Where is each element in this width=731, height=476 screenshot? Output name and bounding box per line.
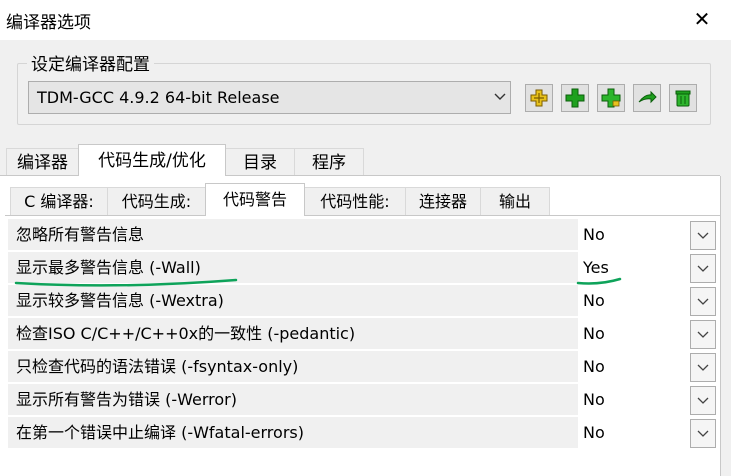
option-value[interactable]: Yes [583,252,683,284]
close-icon[interactable]: ✕ [690,7,714,31]
chevron-down-icon [697,331,709,338]
delete-trash-icon [675,90,691,107]
compiler-set-select[interactable]: TDM-GCC 4.9.2 64-bit Release [28,81,511,114]
subtab-linker[interactable]: 连接器 [405,187,481,215]
option-value[interactable]: No [583,285,683,317]
option-name: 忽略所有警告信息 [8,219,578,251]
option-name: 在第一个错误中止编译 (-Wfatal-errors) [8,417,578,449]
option-row: 检查ISO C/C++/C++0x的一致性 (-pedantic) No [8,318,716,351]
chevron-down-icon [697,232,709,239]
rename-icon [638,90,657,104]
option-row: 显示较多警告信息 (-Wextra) No [8,285,716,318]
rename-button[interactable] [633,84,661,112]
option-dropdown-button[interactable] [690,320,716,349]
option-row: 只检查代码的语法错误 (-fsyntax-only) No [8,351,716,384]
option-row: 忽略所有警告信息 No [8,219,716,252]
option-name: 只检查代码的语法错误 (-fsyntax-only) [8,351,578,383]
subtab-c-compiler[interactable]: C 编译器: [10,187,108,215]
chevron-down-icon [697,364,709,371]
add-default-icon [530,89,548,107]
option-dropdown-button[interactable] [690,386,716,415]
compiler-set-label: 设定编译器配置 [27,50,154,75]
tab-codegen-optimize[interactable]: 代码生成/优化 [78,144,226,176]
subtab-codegen[interactable]: 代码生成: [107,187,206,215]
option-name: 显示所有警告为错误 (-Werror) [8,384,578,416]
subtab-profiling[interactable]: 代码性能: [304,187,406,215]
option-dropdown-button[interactable] [690,221,716,250]
subtab-warnings[interactable]: 代码警告 [205,183,305,216]
delete-button[interactable] [669,84,697,112]
option-value[interactable]: No [583,351,683,383]
option-dropdown-button[interactable] [690,254,716,283]
option-value[interactable]: No [583,417,683,449]
option-dropdown-button[interactable] [690,287,716,316]
option-row: 显示所有警告为错误 (-Werror) No [8,384,716,417]
add-default-button[interactable] [525,84,553,112]
option-name: 显示较多警告信息 (-Wextra) [8,285,578,317]
option-row: 显示最多警告信息 (-Wall) Yes [8,252,716,285]
title-bar: 编译器选项 ✕ [0,0,731,40]
chevron-down-icon [697,298,709,305]
tab-compiler[interactable]: 编译器 [6,148,79,176]
option-name: 检查ISO C/C++/C++0x的一致性 (-pedantic) [8,318,578,350]
compiler-set-value: TDM-GCC 4.9.2 64-bit Release [37,88,280,107]
tab-directories[interactable]: 目录 [225,148,295,176]
chevron-down-icon [494,93,506,100]
option-dropdown-button[interactable] [690,353,716,382]
chevron-down-icon [697,430,709,437]
subtab-output[interactable]: 输出 [480,187,550,215]
subtab-bar-divider [5,215,720,216]
window-title: 编译器选项 [6,13,91,33]
chevron-down-icon [697,265,709,272]
option-dropdown-button[interactable] [690,419,716,448]
add-button[interactable] [561,84,589,112]
add-folder-icon [601,88,621,108]
option-value[interactable]: No [583,219,683,251]
add-plus-icon [565,88,585,108]
chevron-down-icon [697,397,709,404]
option-row: 在第一个错误中止编译 (-Wfatal-errors) No [8,417,716,450]
add-folder-button[interactable] [597,84,625,112]
option-value[interactable]: No [583,318,683,350]
option-name: 显示最多警告信息 (-Wall) [8,252,578,284]
tab-programs[interactable]: 程序 [294,148,364,176]
option-value[interactable]: No [583,384,683,416]
